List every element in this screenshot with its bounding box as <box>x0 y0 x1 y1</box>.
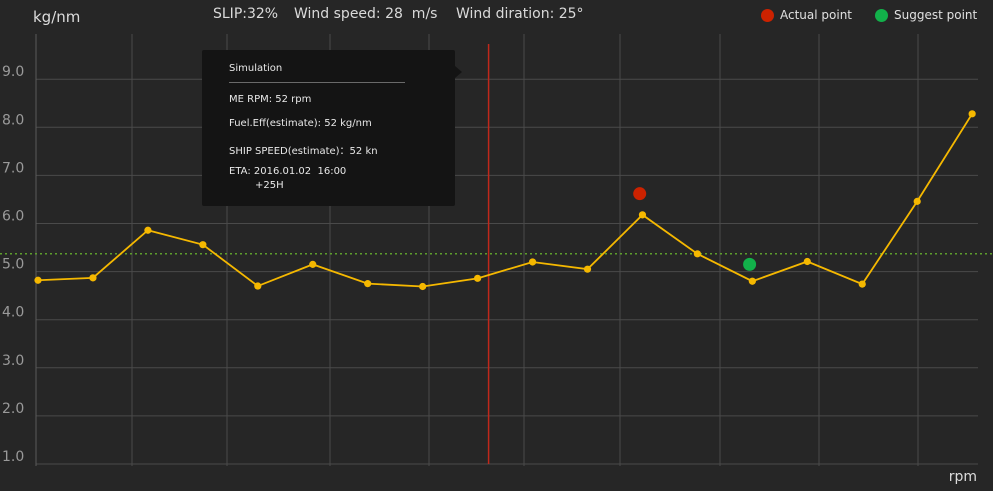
suggest-point <box>743 257 757 271</box>
data-point <box>89 274 97 282</box>
y-tick-label: 2.0 <box>2 401 24 417</box>
tooltip-me-rpm: ME RPM: 52 rpm <box>229 94 312 105</box>
data-point <box>748 277 756 285</box>
legend-suggest-label: Suggest point <box>894 8 978 22</box>
data-point <box>638 211 647 219</box>
y-tick-label: 4.0 <box>2 305 24 321</box>
wind-speed-text: Wind speed: 28 m/s <box>294 6 438 22</box>
y-tick-label: 6.0 <box>2 209 24 225</box>
data-point <box>583 265 592 273</box>
data-point <box>254 282 262 290</box>
tooltip-fuel-eff: Fuel.Eff(estimate): 52 kg/nm <box>229 118 372 129</box>
data-point <box>474 274 482 282</box>
tooltip-ship-speed: SHIP SPEED(estimate)：52 kn <box>229 146 378 157</box>
simulation-tooltip: Simulation ME RPM: 52 rpm Fuel.Eff(estim… <box>202 50 462 206</box>
y-tick-label: 8.0 <box>2 112 24 128</box>
data-point <box>803 257 811 266</box>
data-point <box>913 197 921 205</box>
tooltip-divider <box>229 82 405 83</box>
wind-direction-text: Wind diration: 25° <box>456 6 584 22</box>
data-point <box>858 280 866 288</box>
x-axis-unit: rpm <box>948 469 977 485</box>
data-point <box>144 226 152 234</box>
y-tick-label: 1.0 <box>2 449 24 465</box>
slip-text: SLIP:32% <box>213 6 279 22</box>
data-point <box>693 250 702 258</box>
tooltip-eta: ETA: 2016.01.02 16:00 <box>229 166 347 177</box>
y-tick-label: 7.0 <box>2 160 24 176</box>
y-tick-label: 3.0 <box>2 353 24 369</box>
legend-actual-label: Actual point <box>780 8 853 22</box>
chart-stage: 9.0 8.0 7.0 6.0 5.0 4.0 3.0 2.0 1.0 kg/nm rpm SL… <box>0 0 993 487</box>
data-point <box>34 276 42 284</box>
y-tick-label: 9.0 <box>2 64 24 80</box>
data-point <box>309 260 317 268</box>
series-line <box>37 113 973 288</box>
legend-actual[interactable]: Actual point <box>761 8 852 22</box>
tooltip-title: Simulation <box>229 63 283 74</box>
data-point <box>364 280 372 288</box>
y-tick-label: 5.0 <box>2 257 24 273</box>
data-point <box>968 110 976 118</box>
tooltip-eta-offset: +25H <box>255 180 284 191</box>
data-point <box>199 241 207 249</box>
actual-point <box>633 187 647 201</box>
suggest-point-legend-icon <box>875 8 888 22</box>
data-point <box>528 258 537 266</box>
data-point <box>419 282 427 291</box>
legend-suggest[interactable]: Suggest point <box>875 8 977 22</box>
actual-point-legend-icon <box>761 8 774 22</box>
y-axis-unit: kg/nm <box>33 8 81 26</box>
line-chart: 9.0 8.0 7.0 6.0 5.0 4.0 3.0 2.0 1.0 <box>0 34 993 466</box>
